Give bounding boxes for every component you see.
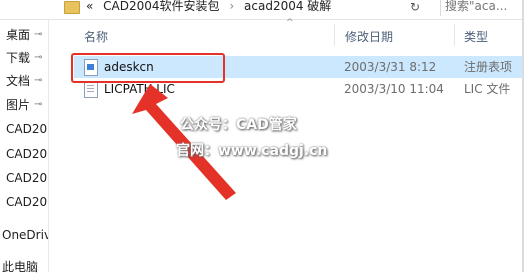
nav-item-cad-folder-2[interactable]: CAD20 (0, 143, 48, 165)
refresh-icon[interactable]: ↻ (408, 0, 422, 14)
column-header-row: ^ 名称 修改日期 类型 (70, 18, 524, 48)
nav-item-label: 图片 (6, 98, 31, 112)
pin-icon: ⊸ (34, 99, 43, 110)
highlight-box (71, 53, 225, 83)
nav-item-label: 下载 (6, 51, 31, 65)
column-header-type[interactable]: 类型 (464, 28, 488, 45)
navigation-pane: 桌面 ⊸ 下载 ⊸ 文档 ⊸ 图片 ⊸ CAD20 CAD20 CAD20 CA… (0, 20, 48, 274)
file-type: LIC 文件 (464, 82, 511, 96)
breadcrumb-separator: › (229, 0, 235, 13)
breadcrumb-overflow[interactable]: « (86, 0, 93, 13)
column-divider[interactable] (454, 24, 455, 46)
nav-item-label: CAD20 (6, 122, 48, 136)
watermark-line-2: 官网：www.cadgj.cn (176, 143, 328, 159)
search-input[interactable] (441, 0, 524, 14)
nav-item-cad-folder-4[interactable]: CAD20 (0, 191, 48, 213)
address-bar: « CAD2004软件安装包 › acad2004 破解 ↻ (0, 0, 524, 20)
nav-item-onedrive[interactable]: OneDriv (0, 224, 48, 246)
nav-item-label: CAD20 (6, 147, 48, 161)
pin-icon: ⊸ (34, 52, 43, 63)
column-header-name[interactable]: 名称 (84, 28, 108, 45)
nav-item-label: 此电脑 (2, 260, 39, 274)
pin-icon: ⊸ (34, 75, 43, 86)
column-header-modified[interactable]: 修改日期 (345, 28, 393, 45)
breadcrumb-item-crack[interactable]: acad2004 破解 (244, 0, 331, 13)
breadcrumb[interactable]: « CAD2004软件安装包 › acad2004 破解 (86, 0, 331, 14)
search-box[interactable] (440, 0, 524, 16)
nav-item-downloads[interactable]: 下载 ⊸ (0, 47, 48, 69)
nav-item-this-pc[interactable]: 此电脑 (0, 256, 48, 278)
nav-item-cad-folder-3[interactable]: CAD20 (0, 167, 48, 189)
breadcrumb-item-cad2004[interactable]: CAD2004软件安装包 (103, 0, 219, 13)
pin-icon: ⊸ (34, 29, 43, 40)
nav-item-cad-folder-1[interactable]: CAD20 (0, 118, 48, 140)
column-divider[interactable] (334, 24, 335, 46)
sort-indicator-icon: ^ (286, 18, 294, 28)
text-file-icon (84, 81, 98, 98)
file-modified-date: 2003/3/10 11:04 (344, 82, 444, 96)
watermark-line-1: 公众号：CAD管家 (180, 117, 297, 133)
nav-item-label: 文档 (6, 74, 31, 88)
nav-item-documents[interactable]: 文档 ⊸ (0, 70, 48, 92)
nav-item-label: CAD20 (6, 171, 48, 185)
file-modified-date: 2003/3/31 8:12 (344, 60, 437, 74)
pane-divider (48, 20, 49, 272)
folder-icon (64, 1, 80, 14)
nav-item-label: CAD20 (6, 195, 48, 209)
nav-item-label: OneDriv (2, 228, 48, 242)
nav-item-pictures[interactable]: 图片 ⊸ (0, 94, 48, 116)
file-type: 注册表项 (464, 60, 513, 74)
nav-item-label: 桌面 (6, 28, 31, 42)
nav-item-desktop[interactable]: 桌面 ⊸ (0, 24, 48, 46)
